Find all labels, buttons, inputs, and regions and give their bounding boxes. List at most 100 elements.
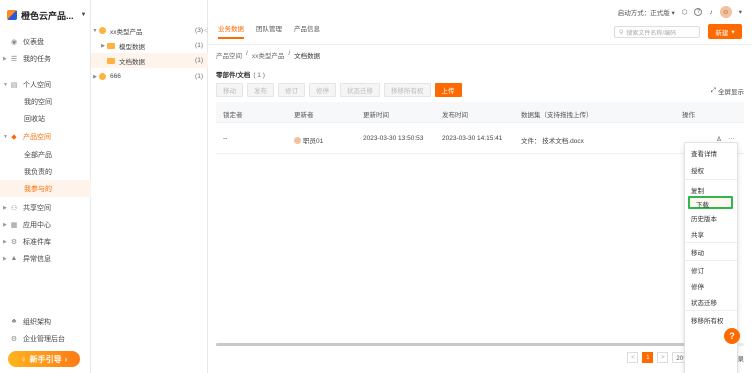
chevron-down-icon[interactable]: ▾ [739,8,742,16]
sidebar-item-label: 应用中心 [23,221,51,229]
prev-page-button[interactable]: < [627,352,639,363]
help-icon[interactable]: ? [694,8,703,16]
next-page-button[interactable]: > [657,352,669,363]
bell-icon[interactable]: ♪ [709,9,712,16]
upload-button[interactable]: 上传 [434,83,462,97]
sidebar-item-exceptions[interactable]: ▶ ▲ 异常信息 [0,250,91,267]
sidebar-item-org-structure[interactable]: ♣ 组织架构 [0,313,91,330]
cell-dataset[interactable]: 文件： 技术文档.docx [521,135,584,145]
sidebar-item-standard-library[interactable]: ▶ ⚙ 标准件库 [0,233,91,250]
tab-team-management[interactable]: 团队管理 [256,23,282,39]
library-icon: ⚙ [10,238,18,246]
stop-button[interactable]: 修停 [309,83,336,97]
move-button[interactable]: 移动 [216,83,243,97]
transfer-ownership-button[interactable]: 移移所有权 [384,83,431,97]
cell-updated: 2023-03-30 13:50:53 [363,135,424,142]
tab-business-data[interactable]: 业务数据 [218,23,244,39]
chevron-down-icon: ▼ [3,81,8,88]
publish-button[interactable]: 发布 [247,83,274,97]
avatar[interactable]: ☺ [719,6,732,18]
tab-product-info[interactable]: 产品信息 [294,23,320,39]
sidebar-item-my-participated[interactable]: 我参与的 [0,180,91,197]
chevron-down-icon: ▼ [80,12,87,18]
column-header: 操作 [682,112,695,119]
breadcrumb-separator: / [246,50,248,57]
sidebar-item-my-responsible[interactable]: 我负责的 [0,163,91,180]
guide-label: 新手引导 [29,354,62,364]
sidebar-item-label: 个人空间 [23,81,51,89]
sidebar-item-admin[interactable]: ⚙ 企业管理后台 [0,330,91,347]
chevron-right-icon: ▶ [3,55,7,62]
page-button[interactable]: 1 [642,352,654,363]
sidebar-item-label: 回收站 [24,115,45,123]
revise-button[interactable]: 修订 [278,83,305,97]
breadcrumb-item[interactable]: 产品空间 [216,50,242,60]
app-icon: ▦ [10,221,18,229]
chevron-right-icon: ▶ [93,73,97,80]
section-count: ( 1 ) [253,72,265,79]
tab-bar: 业务数据 团队管理 产品信息 [218,23,320,39]
cell-updater-name: 职员01 [303,138,324,145]
sidebar-item-all-products[interactable]: 全部产品 [0,146,91,163]
product-icon: ◆ [11,133,17,141]
sidebar-item-personal-space[interactable]: ▼ ▤ 个人空间 [0,76,91,93]
launch-mode-label: 启动方式：正式版 [617,10,670,17]
tree-node-count: (1) [195,57,203,64]
search-input[interactable]: ⚲ 搜索文件名称/编码 [614,26,700,38]
tree-node-666[interactable]: ▶ 666 (1) [91,69,208,84]
menu-item-history[interactable]: 历史版本 [691,213,717,223]
sidebar-item-app-center[interactable]: ▶ ▦ 应用中心 [0,216,91,233]
menu-item-state-migration[interactable]: 状态迁移 [691,297,717,307]
menu-item-transfer-ownership[interactable]: 移移所有权 [691,315,724,325]
tree-node-product[interactable]: ▼ xx类型产品 (3) [91,23,208,38]
folder-icon [107,57,115,64]
fullscreen-button[interactable]: ⤢ 全屏显示 [711,86,744,96]
breadcrumb-item[interactable]: xx类型产品 [252,50,285,60]
breadcrumb: 产品空间 / xx类型产品 / 文档数据 [216,50,320,60]
folder-icon [107,42,115,49]
section-title: 零部件/文档( 1 ) [216,69,265,79]
guide-button[interactable]: ♀ 新手引导 › [8,351,80,367]
cube-icon[interactable]: ⬡ [682,8,688,16]
sidebar-item-product-space[interactable]: ▼ ◆ 产品空间 [0,128,91,145]
sidebar-item-label: 我的任务 [23,55,51,63]
chevron-right-icon: › [64,354,68,364]
scrollbar-thumb[interactable] [216,343,696,346]
menu-item-view-details[interactable]: 查看详情 [691,148,717,158]
menu-divider [685,310,737,311]
help-float-button[interactable]: ? [724,328,740,344]
more-icon[interactable]: ··· [728,135,735,142]
menu-item-authorize[interactable]: 授权 [691,165,704,175]
column-header: 锁定者 [223,112,243,119]
table-row[interactable]: -- 职员01 2023-03-30 13:50:53 2023-03-30 1… [216,123,744,154]
tree-node-count: (1) [195,42,203,49]
expand-icon: ⤢ [710,87,716,94]
sidebar-item-my-tasks[interactable]: ▶ ☰ 我的任务 [0,50,91,67]
state-migration-button[interactable]: 状态迁移 [340,83,380,97]
product-node-icon [99,73,106,80]
tree-node-document-data[interactable]: 文档数据 (1) [91,53,208,68]
sidebar-item-shared-space[interactable]: ▶ ⚇ 共享空间 [0,199,91,216]
menu-item-download-label: 下载 [696,202,709,209]
org-icon: ♣ [11,318,17,325]
chevron-right-icon: ▶ [3,255,7,262]
sidebar-item-recycle-bin[interactable]: 回收站 [0,110,91,127]
menu-item-revise[interactable]: 修订 [691,265,704,275]
menu-item-download[interactable]: 下载 [688,196,733,209]
menu-item-move[interactable]: 移动 [691,247,704,257]
sidebar-item-label: 仪表盘 [23,38,44,46]
column-header: 更新者 [294,112,314,119]
menu-item-copy[interactable]: 复制 [691,185,704,195]
menu-item-share[interactable]: 共享 [691,229,704,239]
new-button-label: 新建 [715,29,729,37]
cell-published: 2023-03-30 14:15:41 [442,135,503,142]
launch-mode-select[interactable]: 启动方式：正式版 ▾ [618,7,675,17]
search-placeholder: 搜索文件名称/编码 [626,30,677,37]
sidebar: 橙色云产品... ▼ ◉ 仪表盘 ▶ ☰ 我的任务 ▼ ▤ 个人空间 我的空间 … [0,0,91,373]
new-button[interactable]: 新建 ▾ [708,24,742,39]
brand-switcher[interactable]: 橙色云产品... ▼ [7,8,86,22]
tree-node-model-data[interactable]: ▶ 模型数据 (1) [91,38,208,53]
sidebar-item-dashboard[interactable]: ◉ 仪表盘 [0,33,91,50]
sidebar-item-my-space[interactable]: 我的空间 [0,93,91,110]
menu-item-stop[interactable]: 修停 [691,281,704,291]
